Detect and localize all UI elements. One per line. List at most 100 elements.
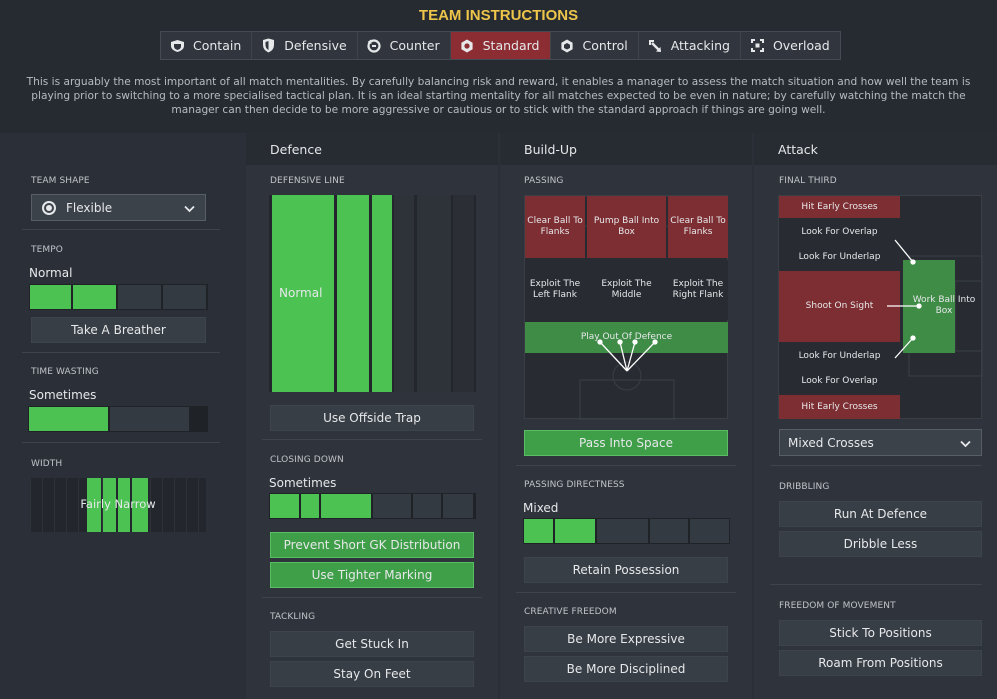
buildup-title: Build-Up <box>524 142 577 157</box>
divider <box>516 465 736 466</box>
tab-label: Defensive <box>284 38 347 53</box>
passing-directness-value: Mixed <box>523 501 559 515</box>
time-wasting-value: Sometimes <box>29 388 97 402</box>
tab-defensive[interactable]: Defensive <box>252 32 358 59</box>
directness-segment <box>524 519 553 543</box>
tab-attacking[interactable]: Attacking <box>639 32 741 59</box>
tempo-slider[interactable] <box>29 284 208 310</box>
width-slider[interactable]: Fairly Narrow <box>30 478 206 532</box>
closing-down-segment <box>443 494 473 518</box>
get-stuck-in-button[interactable]: Get Stuck In <box>270 631 474 657</box>
chevron-down-icon <box>184 202 195 216</box>
passing-pitch: Clear Ball To Flanks Pump Ball Into Box … <box>524 195 728 420</box>
chevron-down-icon <box>960 437 971 451</box>
time-wasting-segment <box>29 407 108 431</box>
control-icon <box>560 38 575 53</box>
divider <box>262 439 482 440</box>
prevent-short-gk-distribution-button[interactable]: Prevent Short GK Distribution <box>270 532 474 558</box>
tab-label: Standard <box>482 38 540 53</box>
take-a-breather-button[interactable]: Take A Breather <box>31 317 206 343</box>
directness-segment <box>650 519 688 543</box>
crossing-dropdown[interactable]: Mixed Crosses <box>779 429 982 456</box>
passing-arrows <box>597 339 658 372</box>
closing-down-segment <box>301 494 319 518</box>
time-wasting-label: TIME WASTING <box>31 367 99 377</box>
defensive-line-label: DEFENSIVE LINE <box>270 176 345 186</box>
final-third-pitch: Hit Early Crosses Look For Overlap Look … <box>778 195 983 419</box>
closing-down-segment <box>270 494 299 518</box>
tempo-segment <box>30 285 71 309</box>
tab-label: Control <box>582 38 628 53</box>
overload-icon <box>750 38 765 53</box>
be-more-disciplined-button[interactable]: Be More Disciplined <box>524 656 728 682</box>
stay-on-feet-button[interactable]: Stay On Feet <box>270 661 474 687</box>
directness-segment <box>555 519 595 543</box>
defence-header: Defence <box>246 133 498 165</box>
passing-directness-slider[interactable] <box>523 518 730 544</box>
team-shape-icon <box>42 200 56 215</box>
closing-down-label: CLOSING DOWN <box>270 455 344 465</box>
divider <box>22 442 220 443</box>
defence-column: Defence DEFENSIVE LINE Normal Use Offsid… <box>246 133 498 699</box>
counter-icon <box>367 38 382 53</box>
mentality-description: This is arguably the most important of a… <box>26 76 971 116</box>
passing-label: PASSING <box>524 176 564 186</box>
tab-standard[interactable]: Standard <box>450 32 551 59</box>
freedom-of-movement-label: FREEDOM OF MOVEMENT <box>779 601 896 611</box>
team-shape-label: TEAM SHAPE <box>31 176 90 186</box>
final-third-label: FINAL THIRD <box>779 176 837 186</box>
divider <box>22 352 220 353</box>
tab-contain[interactable]: Contain <box>161 32 253 59</box>
tempo-segment <box>163 285 206 309</box>
buildup-header: Build-Up <box>500 133 752 165</box>
pass-into-space-button[interactable]: Pass Into Space <box>524 430 728 456</box>
team-shape-dropdown[interactable]: Flexible <box>31 194 206 221</box>
divider <box>770 465 982 466</box>
tempo-segment <box>73 285 116 309</box>
roam-from-positions-button[interactable]: Roam From Positions <box>779 650 982 676</box>
dribble-less-button[interactable]: Dribble Less <box>779 531 982 557</box>
creative-freedom-label: CREATIVE FREEDOM <box>524 607 617 617</box>
defensive-shield-icon <box>261 38 276 53</box>
divider <box>262 597 482 598</box>
closing-down-segment <box>321 494 371 518</box>
closing-down-slider[interactable] <box>269 493 476 519</box>
mentality-tabs: Contain Defensive Counter Standard Contr… <box>160 31 841 60</box>
tab-control[interactable]: Control <box>551 32 639 59</box>
final-third-arrows <box>887 239 922 359</box>
defensive-line-selector[interactable]: Normal <box>269 195 476 392</box>
time-wasting-slider[interactable] <box>28 406 208 432</box>
use-tighter-marking-button[interactable]: Use Tighter Marking <box>270 562 474 588</box>
width-value: Fairly Narrow <box>80 497 156 511</box>
tackling-label: TACKLING <box>270 612 316 622</box>
defence-title: Defence <box>270 142 322 157</box>
tempo-segment <box>118 285 161 309</box>
stick-to-positions-button[interactable]: Stick To Positions <box>779 620 982 646</box>
run-at-defence-button[interactable]: Run At Defence <box>779 501 982 527</box>
defensive-line-value: Normal <box>279 286 323 300</box>
width-label: WIDTH <box>31 459 63 469</box>
header: TEAM INSTRUCTIONS Contain Defensive Coun… <box>0 0 997 133</box>
defensive-line-band <box>417 195 451 392</box>
general-column: TEAM SHAPE Flexible TEMPO Normal Take A … <box>0 133 244 699</box>
tab-counter[interactable]: Counter <box>358 32 451 59</box>
defensive-line-band <box>372 195 392 392</box>
attacking-icon <box>648 38 663 53</box>
passing-directness-label: PASSING DIRECTNESS <box>524 480 625 490</box>
page-title: TEAM INSTRUCTIONS <box>418 7 579 24</box>
tab-label: Attacking <box>670 38 730 53</box>
closing-down-segment <box>413 494 441 518</box>
defensive-line-band <box>394 195 414 392</box>
directness-segment <box>690 519 729 543</box>
retain-possession-button[interactable]: Retain Possession <box>524 557 728 583</box>
attack-column: Attack FINAL THIRD Hit Early Crosses Loo… <box>754 133 997 699</box>
divider <box>770 584 982 585</box>
team-shape-value: Flexible <box>66 200 113 215</box>
tab-overload[interactable]: Overload <box>741 32 840 59</box>
standard-icon <box>460 38 475 53</box>
be-more-expressive-button[interactable]: Be More Expressive <box>524 626 728 652</box>
use-offside-trap-button[interactable]: Use Offside Trap <box>270 405 474 431</box>
tab-label: Contain <box>193 38 242 53</box>
divider <box>516 592 736 593</box>
attack-header: Attack <box>754 133 997 165</box>
